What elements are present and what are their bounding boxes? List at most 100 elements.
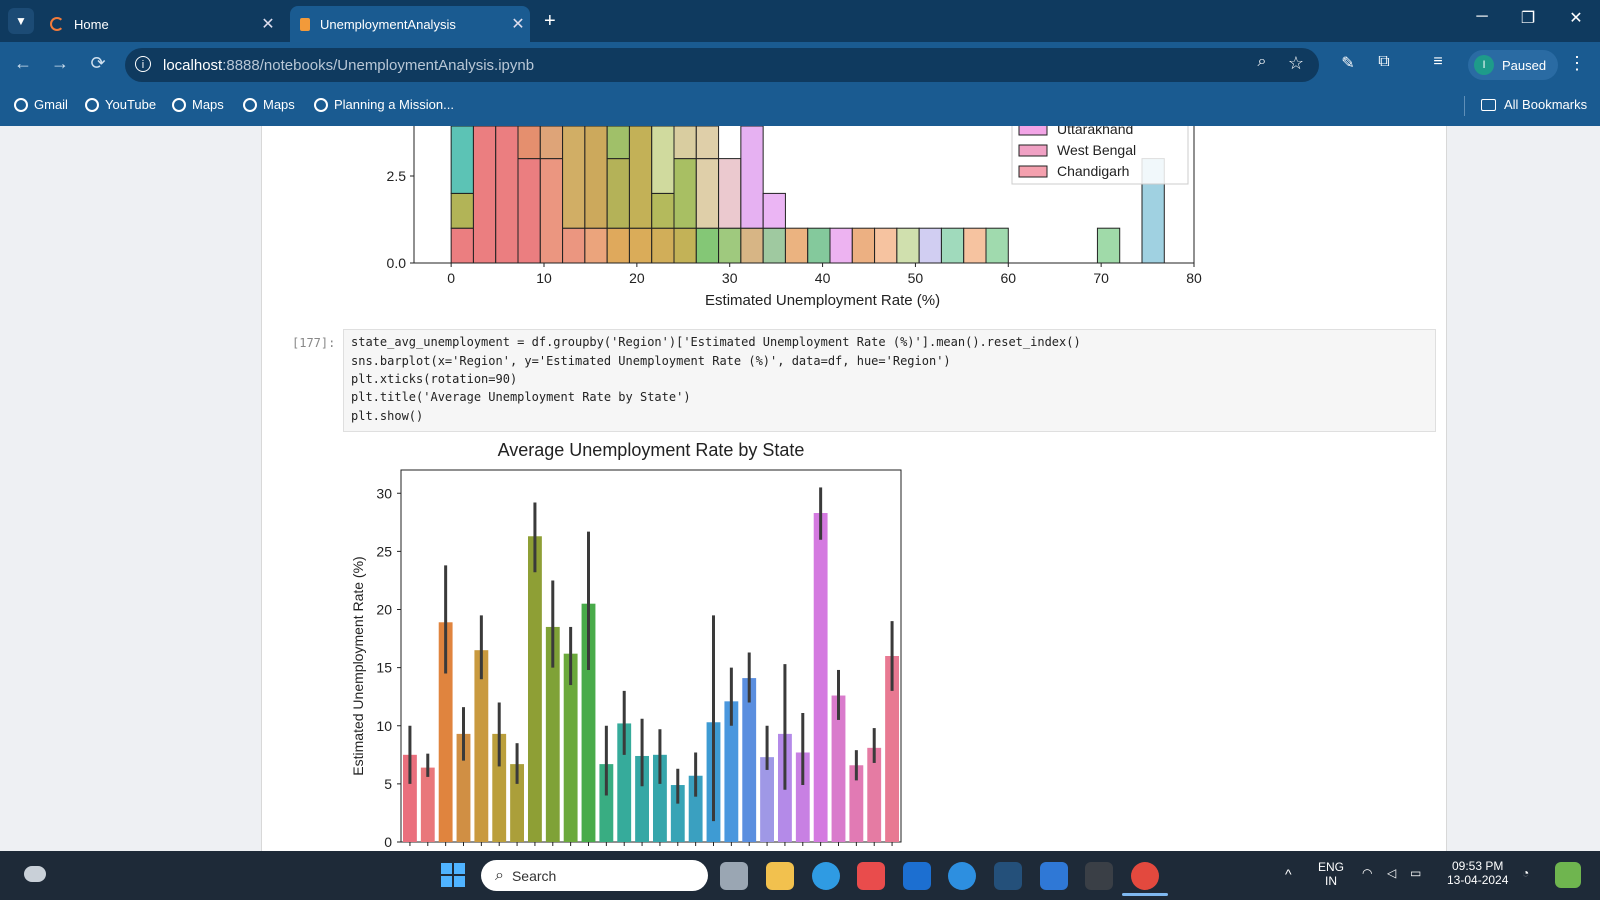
back-icon[interactable]: ← <box>11 53 35 74</box>
edge-icon[interactable] <box>812 862 840 890</box>
histogram-bar <box>539 126 564 160</box>
close-window-icon[interactable]: ✕ <box>1556 8 1596 28</box>
histogram-bar <box>963 227 987 264</box>
task-view-icon[interactable] <box>720 862 748 890</box>
histogram-bar <box>517 158 541 264</box>
battery-icon[interactable]: ▭ <box>1410 866 1421 880</box>
vscode-icon[interactable] <box>994 862 1022 890</box>
weather-icon[interactable] <box>24 866 46 882</box>
histogram-bar <box>695 227 720 264</box>
volume-icon[interactable]: ◁ <box>1387 866 1396 880</box>
histogram-bar <box>584 126 608 229</box>
globe-icon <box>172 97 186 112</box>
code-line-2: sns.barplot(x='Region', y='Estimated Une… <box>351 354 951 368</box>
histogram-bar <box>450 192 474 229</box>
help-app-icon[interactable] <box>948 862 976 890</box>
chevron-up-icon[interactable]: ^ <box>1285 866 1292 882</box>
clock-time: 09:53 PM <box>1452 859 1504 873</box>
site-info-icon[interactable]: i <box>135 56 151 72</box>
url-text[interactable]: localhost:8888/notebooks/UnemploymentAna… <box>163 57 534 74</box>
menu-icon[interactable]: ⋮ <box>1565 53 1589 74</box>
tab-unemployment-analysis[interactable]: UnemploymentAnalysis ✕ <box>290 6 530 42</box>
language-indicator[interactable]: ENG IN <box>1318 860 1344 888</box>
histogram-bar <box>695 126 720 160</box>
y-axis-label: Estimated Unemployment Rate (%) <box>350 556 366 775</box>
profile-status: Paused <box>1502 57 1547 73</box>
histogram-bar <box>718 158 742 229</box>
histogram-bar <box>606 158 630 229</box>
bookmark-planning[interactable]: Planning a Mission... <box>314 97 454 112</box>
forward-icon[interactable]: → <box>48 53 72 74</box>
histogram-bar <box>606 227 630 264</box>
wifi-icon[interactable]: ◠ <box>1362 866 1372 880</box>
x-tick-label: 40 <box>815 270 831 286</box>
histogram-bar <box>673 126 697 160</box>
bookmark-maps-2[interactable]: Maps <box>243 97 295 112</box>
media-queue-icon[interactable]: ≡ <box>1426 53 1450 71</box>
restore-icon[interactable]: ❐ <box>1508 8 1548 28</box>
chrome-icon[interactable] <box>1131 862 1159 890</box>
histogram-bar <box>606 126 630 160</box>
globe-icon <box>314 97 328 112</box>
profile-button[interactable]: I Paused <box>1468 50 1558 80</box>
close-tab-icon[interactable]: ✕ <box>256 14 280 34</box>
terminal-icon[interactable] <box>1085 862 1113 890</box>
histogram-bar <box>562 227 586 264</box>
bookmark-star-icon[interactable]: ☆ <box>1284 53 1308 74</box>
x-tick-label: 80 <box>1186 270 1202 286</box>
windows-start-icon[interactable] <box>441 863 466 888</box>
code-line-4: plt.title('Average Unemployment Rate by … <box>351 390 691 404</box>
bookmark-maps[interactable]: Maps <box>172 97 224 112</box>
y-tick-label: 0 <box>384 834 392 850</box>
histogram-bar <box>695 158 720 229</box>
histogram-bar <box>539 158 564 264</box>
bookmark-label: Maps <box>263 97 295 112</box>
extensions-icon[interactable]: ⧉ <box>1372 53 1396 71</box>
clock[interactable]: 09:53 PM 13-04-2024 <box>1447 859 1508 887</box>
bookmark-youtube[interactable]: YouTube <box>85 97 156 112</box>
reload-icon[interactable]: ⟳ <box>86 53 110 74</box>
histogram-bar <box>673 158 697 229</box>
histogram-bar <box>517 126 541 160</box>
histogram-bar <box>495 126 519 264</box>
taskbar <box>0 851 1600 900</box>
bookmark-gmail[interactable]: Gmail <box>14 97 68 112</box>
minimize-icon[interactable]: ─ <box>1462 8 1502 26</box>
hp-app-icon[interactable] <box>903 862 931 890</box>
copilot-icon[interactable] <box>1555 862 1581 888</box>
tab-list-button[interactable]: ▼ <box>8 8 34 34</box>
close-tab-icon[interactable]: ✕ <box>506 14 530 34</box>
cell-prompt: [177]: <box>292 336 336 350</box>
histogram-bar <box>762 227 786 264</box>
zoom-icon[interactable]: ⌕ <box>1250 53 1274 71</box>
bar <box>813 513 828 842</box>
histogram-bar <box>628 126 653 229</box>
x-tick-label: 70 <box>1093 270 1109 286</box>
tab-home-label: Home <box>74 16 109 32</box>
code-line-3: plt.xticks(rotation=90) <box>351 372 518 386</box>
histogram-output: 0 10 20 30 40 50 60 70 80 0.0 2.5 Estimated Unemplo… <box>387 126 1202 309</box>
histogram-bar <box>829 227 853 264</box>
histogram-bar <box>918 227 942 264</box>
store-icon[interactable] <box>857 862 885 890</box>
new-tab-icon[interactable]: + <box>544 10 556 33</box>
y-tick-label: 15 <box>376 660 392 676</box>
tab-home[interactable]: Home ✕ <box>44 6 280 42</box>
y-tick-label: 30 <box>376 485 392 501</box>
taskbar-search[interactable]: ⌕ Search <box>481 860 708 891</box>
notification-bell-icon[interactable]: ◔ <box>1522 866 1529 880</box>
notepad-icon[interactable] <box>1040 862 1068 890</box>
y-tick-label: 20 <box>376 602 392 618</box>
all-bookmarks-button[interactable]: All Bookmarks <box>1481 97 1587 112</box>
clock-date: 13-04-2024 <box>1447 873 1509 887</box>
legend-label: West Bengal <box>1057 142 1136 158</box>
y-tick-label: 5 <box>384 776 392 792</box>
histogram-bar <box>584 227 608 264</box>
x-tick-label: 0 <box>447 270 455 286</box>
y-tick-label: 25 <box>376 543 392 559</box>
file-explorer-icon[interactable] <box>766 862 794 890</box>
pen-extension-icon[interactable]: ✎ <box>1336 53 1360 73</box>
lang-line-1: ENG <box>1318 860 1345 874</box>
y-tick-label: 10 <box>376 718 392 734</box>
bookmarks-bar <box>0 88 1600 126</box>
